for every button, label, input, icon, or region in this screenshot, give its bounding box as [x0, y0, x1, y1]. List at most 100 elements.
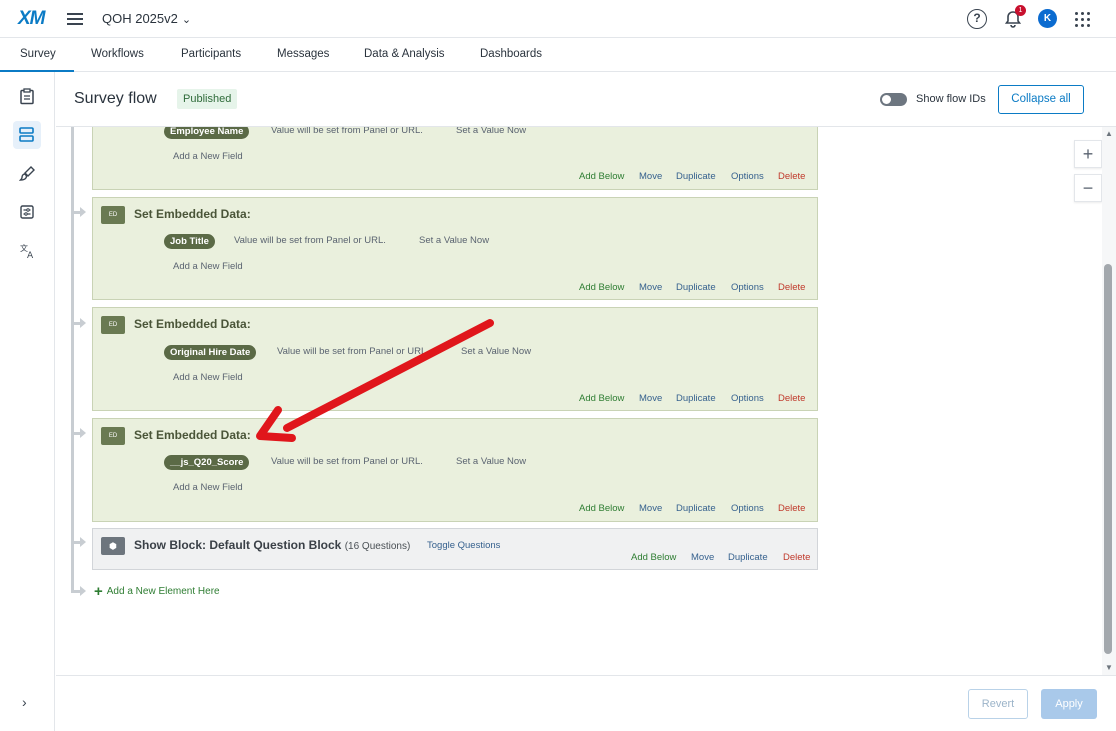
toggle-questions-link[interactable]: Toggle Questions — [427, 540, 500, 551]
move-link[interactable]: Move — [639, 393, 662, 404]
flow-branch-arrow — [80, 586, 86, 596]
delete-link[interactable]: Delete — [778, 171, 805, 182]
flow-branch-arrow — [80, 428, 86, 438]
tab-participants[interactable]: Participants — [181, 48, 241, 60]
field-value-source: Value will be set from Panel or URL. — [277, 346, 429, 357]
options-link[interactable]: Options — [731, 393, 764, 404]
flow-icon[interactable] — [13, 121, 41, 149]
embedded-data-card: ED Set Embedded Data: Job Title Value wi… — [92, 197, 818, 300]
embedded-data-icon: ED — [101, 316, 125, 334]
duplicate-link[interactable]: Duplicate — [676, 171, 716, 182]
help-icon[interactable]: ? — [967, 9, 987, 29]
set-value-link[interactable]: Set a Value Now — [461, 346, 531, 357]
flow-branch-arrow — [80, 207, 86, 217]
add-below-link[interactable]: Add Below — [579, 282, 624, 293]
tab-data-analysis[interactable]: Data & Analysis — [364, 48, 445, 60]
app-grid-icon[interactable] — [1075, 12, 1090, 27]
brush-icon[interactable] — [13, 159, 41, 187]
vertical-scrollbar[interactable]: ▲ ▼ — [1102, 127, 1116, 675]
embedded-field-tag[interactable]: __js_Q20_Score — [164, 455, 250, 470]
footer-bar: Revert Apply — [56, 675, 1116, 731]
delete-link[interactable]: Delete — [778, 393, 805, 404]
add-field-link[interactable]: Add a New Field — [173, 261, 243, 272]
survey-flow-canvas: Employee Name Value will be set from Pan… — [56, 127, 1102, 675]
apply-button[interactable]: Apply — [1041, 689, 1097, 719]
status-badge: Published — [177, 89, 238, 109]
collapse-all-button[interactable]: Collapse all — [998, 85, 1084, 114]
flow-branch-arrow — [80, 537, 86, 547]
embedded-field-tag[interactable]: Employee Name — [164, 127, 250, 139]
block-title: Show Block: Default Question Block (16 Q… — [134, 538, 410, 552]
page-header: Survey flow Published Show flow IDs Coll… — [56, 72, 1116, 127]
duplicate-link[interactable]: Duplicate — [676, 503, 716, 514]
duplicate-link[interactable]: Duplicate — [676, 393, 716, 404]
embedded-data-icon: ED — [101, 427, 125, 445]
avatar[interactable]: K — [1038, 9, 1057, 28]
block-title-text: Show Block: Default Question Block — [134, 538, 342, 552]
add-field-link[interactable]: Add a New Field — [173, 151, 243, 162]
duplicate-link[interactable]: Duplicate — [728, 552, 768, 563]
set-value-link[interactable]: Set a Value Now — [456, 456, 526, 467]
left-sidebar: 文A — [0, 72, 55, 731]
scroll-up-icon[interactable]: ▲ — [1105, 129, 1113, 138]
tab-messages[interactable]: Messages — [277, 48, 329, 60]
zoom-in-button[interactable]: + — [1074, 140, 1102, 168]
embedded-field-tag[interactable]: Original Hire Date — [164, 345, 257, 360]
main-tabs: Survey Workflows Participants Messages D… — [0, 38, 1116, 72]
delete-link[interactable]: Delete — [778, 282, 805, 293]
translate-icon[interactable]: 文A — [13, 236, 41, 264]
show-flow-ids-label: Show flow IDs — [916, 93, 986, 105]
move-link[interactable]: Move — [691, 552, 714, 563]
embedded-field-tag[interactable]: Job Title — [164, 234, 215, 249]
plus-icon: + — [94, 583, 103, 600]
card-title: Set Embedded Data: — [134, 317, 251, 331]
chevron-down-icon: ⌄ — [181, 14, 192, 26]
add-field-link[interactable]: Add a New Field — [173, 482, 243, 493]
card-title: Set Embedded Data: — [134, 428, 251, 442]
add-below-link[interactable]: Add Below — [631, 552, 676, 563]
move-link[interactable]: Move — [639, 282, 662, 293]
duplicate-link[interactable]: Duplicate — [676, 282, 716, 293]
xm-logo[interactable]: XM — [18, 8, 45, 30]
page-title: Survey flow — [74, 90, 157, 107]
embedded-data-icon: ED — [101, 206, 125, 224]
delete-link[interactable]: Delete — [783, 552, 810, 563]
tab-survey[interactable]: Survey — [0, 48, 74, 72]
notification-badge: 1 — [1015, 5, 1026, 16]
project-selector[interactable]: QOH 2025v2 ⌄ — [102, 11, 191, 26]
flow-branch-arrow — [80, 318, 86, 328]
flow-connector-line — [71, 127, 74, 592]
options-icon[interactable] — [13, 198, 41, 226]
show-block-card: ⬢ Show Block: Default Question Block (16… — [92, 528, 818, 570]
delete-link[interactable]: Delete — [778, 503, 805, 514]
field-value-source: Value will be set from Panel or URL. — [234, 235, 386, 246]
expand-sidebar-icon[interactable]: › — [22, 694, 27, 710]
block-question-count: (16 Questions) — [344, 541, 411, 552]
field-value-source: Value will be set from Panel or URL. — [271, 127, 423, 136]
options-link[interactable]: Options — [731, 503, 764, 514]
add-below-link[interactable]: Add Below — [579, 171, 624, 182]
survey-icon[interactable] — [13, 82, 41, 110]
zoom-out-button[interactable]: − — [1074, 174, 1102, 202]
top-bar: XM QOH 2025v2 ⌄ ? 1 K — [0, 0, 1116, 38]
revert-button[interactable]: Revert — [968, 689, 1028, 719]
add-new-element-link[interactable]: + Add a New Element Here — [94, 583, 220, 600]
project-name: QOH 2025v2 — [102, 11, 178, 26]
options-link[interactable]: Options — [731, 282, 764, 293]
options-link[interactable]: Options — [731, 171, 764, 182]
move-link[interactable]: Move — [639, 503, 662, 514]
svg-text:A: A — [27, 251, 34, 259]
move-link[interactable]: Move — [639, 171, 662, 182]
add-below-link[interactable]: Add Below — [579, 393, 624, 404]
menu-icon[interactable] — [67, 13, 83, 25]
tab-workflows[interactable]: Workflows — [91, 48, 144, 60]
set-value-link[interactable]: Set a Value Now — [419, 235, 489, 246]
scrollbar-thumb[interactable] — [1104, 264, 1112, 654]
add-field-link[interactable]: Add a New Field — [173, 372, 243, 383]
add-below-link[interactable]: Add Below — [579, 503, 624, 514]
set-value-link[interactable]: Set a Value Now — [456, 127, 526, 136]
tab-dashboards[interactable]: Dashboards — [480, 48, 542, 60]
scroll-down-icon[interactable]: ▼ — [1105, 663, 1113, 672]
add-new-element-label: Add a New Element Here — [106, 586, 220, 597]
show-flow-ids-toggle[interactable] — [880, 93, 907, 106]
